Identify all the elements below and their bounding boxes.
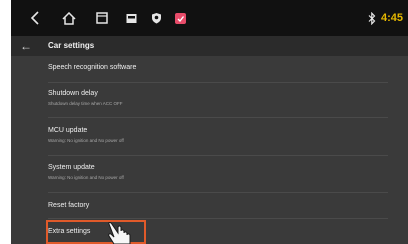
settings-item-subtitle: Warning: No ignition and No power off (48, 138, 124, 143)
divider (48, 155, 388, 156)
navigation-icon[interactable] (147, 0, 165, 36)
page-title: Car settings (48, 41, 95, 50)
clock: 4:45 (381, 0, 408, 36)
settings-item-speech-recognition[interactable]: Speech recognition software (48, 63, 388, 72)
settings-item-title: MCU update (48, 127, 88, 134)
radio-icon[interactable] (122, 0, 140, 36)
recent-apps-icon[interactable] (92, 0, 112, 36)
arrow-left-icon[interactable]: ← (20, 38, 32, 54)
settings-item-system-update[interactable]: System update Warning: No ignition and N… (48, 163, 388, 181)
settings-item-title: Reset factory (48, 202, 90, 209)
settings-item-title: Speech recognition software (48, 64, 137, 71)
settings-item-subtitle: Warning: No ignition and No power off (48, 175, 124, 180)
head-unit-screen: 4:45 ← Car settings Speech recognition s… (11, 0, 408, 244)
settings-item-shutdown-delay[interactable]: Shutdown delay Shutdown delay time when … (48, 89, 388, 107)
settings-item-subtitle: Shutdown delay time when ACC OFF (48, 101, 123, 106)
home-icon[interactable] (58, 0, 80, 36)
pointing-hand-icon (105, 222, 145, 244)
settings-item-title: Shutdown delay (48, 90, 98, 97)
title-bar: ← Car settings (11, 36, 408, 56)
divider (48, 82, 388, 83)
settings-item-reset-factory[interactable]: Reset factory (48, 201, 388, 210)
clock-time: 4:45 (381, 12, 404, 24)
divider (48, 218, 388, 219)
settings-item-mcu-update[interactable]: MCU update Warning: No ignition and No p… (48, 126, 388, 144)
divider (48, 117, 388, 118)
divider (48, 192, 388, 193)
back-icon[interactable] (25, 0, 45, 36)
settings-item-title: System update (48, 164, 95, 171)
bluetooth-icon (366, 0, 378, 36)
status-bar: 4:45 (11, 0, 408, 36)
app-icon[interactable] (171, 0, 189, 36)
